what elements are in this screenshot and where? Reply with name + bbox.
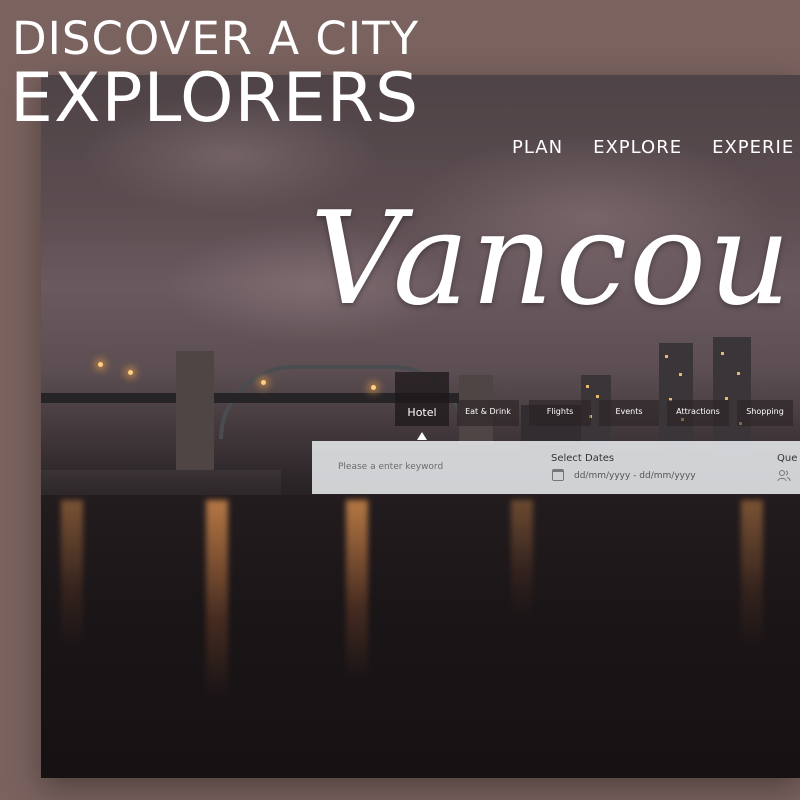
tab-shopping[interactable]: Shopping — [737, 400, 793, 426]
water — [41, 495, 800, 778]
light-reflection — [206, 500, 228, 700]
category-tabs: Hotel Eat & Drink Flights Events Attract… — [395, 372, 800, 426]
dates-label: Select Dates — [551, 453, 615, 464]
street-light — [371, 385, 376, 390]
active-tab-caret-icon — [417, 432, 427, 440]
building — [713, 337, 751, 455]
tab-events[interactable]: Events — [599, 400, 659, 426]
building — [659, 343, 693, 453]
guests-icon[interactable] — [777, 469, 791, 483]
street-light — [98, 362, 103, 367]
search-bar: Select Dates dd/mm/yyyy - dd/mm/yyyy Que — [312, 441, 800, 494]
main-nav: PLAN EXPLORE EXPERIE — [512, 137, 794, 158]
keyword-input[interactable] — [336, 461, 540, 473]
tab-eat-drink[interactable]: Eat & Drink — [457, 400, 519, 426]
brand-logo[interactable]: EXPLORERS — [10, 64, 419, 134]
dates-field[interactable]: dd/mm/yyyy - dd/mm/yyyy — [574, 471, 696, 481]
tab-attractions[interactable]: Attractions — [667, 400, 729, 426]
bridge-tower — [176, 351, 214, 471]
hero-image — [41, 75, 800, 778]
light-reflection — [741, 500, 763, 650]
light-reflection — [511, 500, 533, 620]
brand-tagline: DISCOVER A CITY — [12, 12, 420, 65]
tab-flights[interactable]: Flights — [529, 400, 591, 426]
nav-item-explore[interactable]: EXPLORE — [593, 137, 682, 158]
street-light — [128, 370, 133, 375]
light-reflection — [61, 500, 83, 650]
guests-label: Que — [777, 453, 798, 464]
street-light — [261, 380, 266, 385]
nav-item-plan[interactable]: PLAN — [512, 137, 563, 158]
tab-hotel[interactable]: Hotel — [395, 372, 449, 426]
light-reflection — [346, 500, 368, 680]
city-title: Vancou — [310, 185, 793, 334]
calendar-icon[interactable] — [552, 469, 564, 481]
nav-item-experience[interactable]: EXPERIE — [712, 137, 794, 158]
